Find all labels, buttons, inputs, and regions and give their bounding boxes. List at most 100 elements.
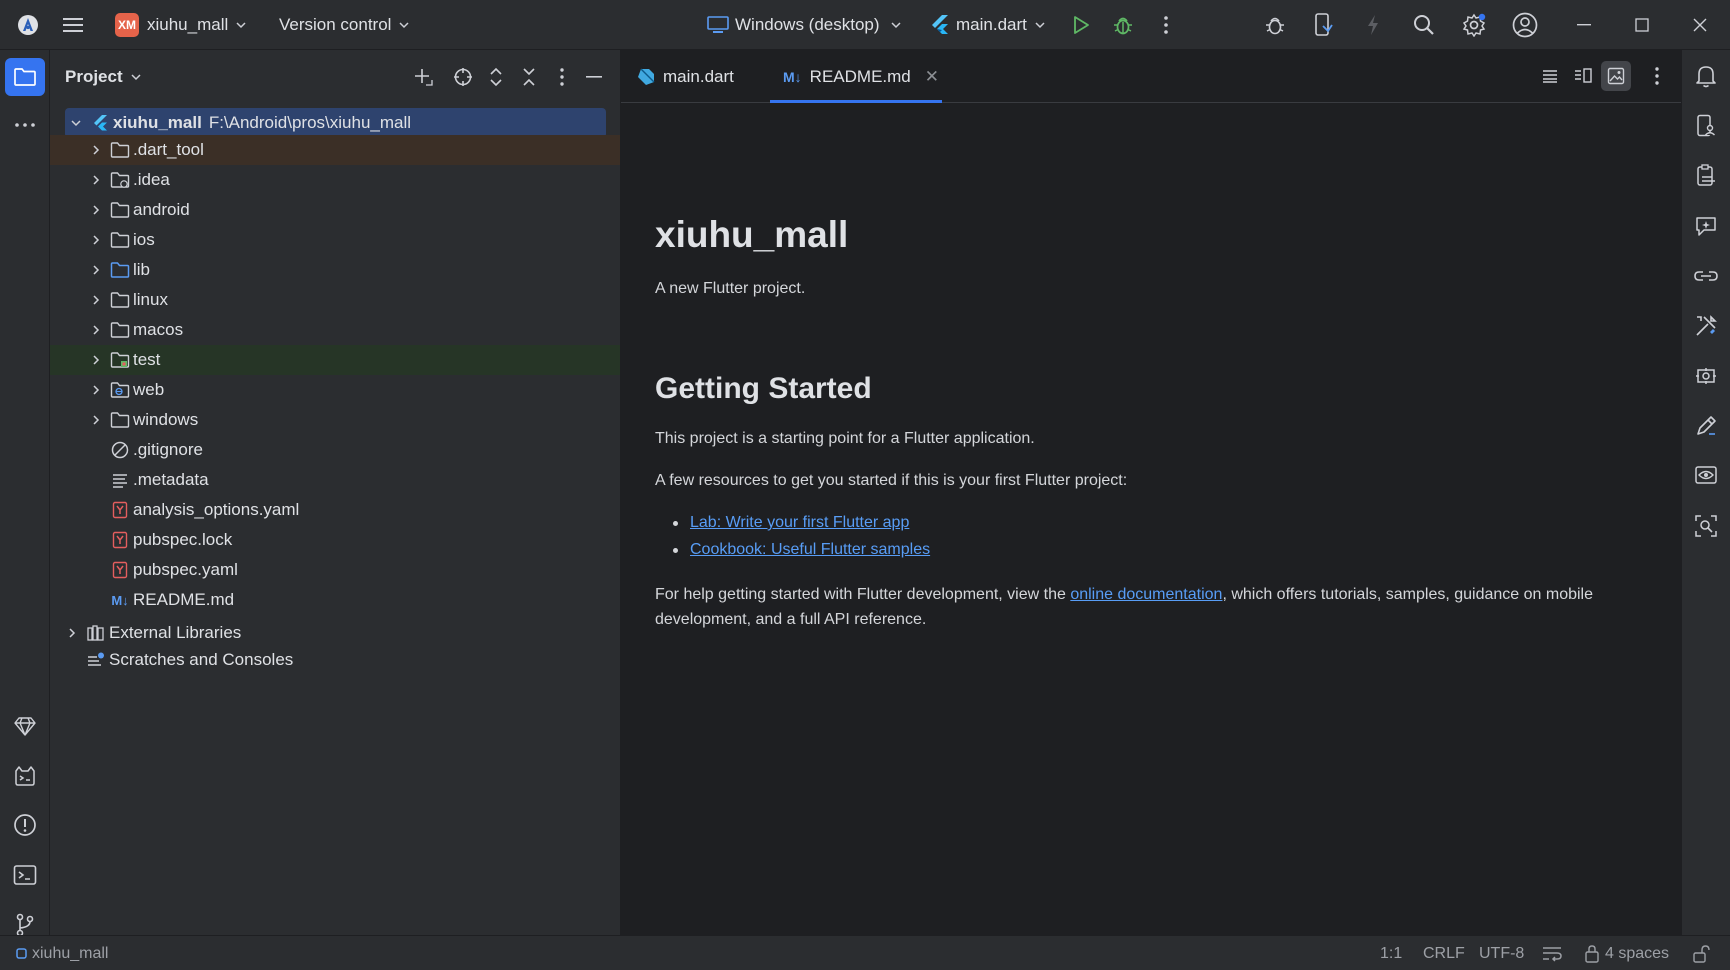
close-window-button[interactable] [1680, 0, 1720, 50]
tree-item-label: linux [133, 290, 168, 309]
tree-item-readme-md[interactable]: M↓ README.md [50, 585, 620, 615]
app-logo[interactable] [8, 0, 48, 50]
device-selector[interactable]: Windows (desktop) [707, 0, 902, 50]
tree-item-linux[interactable]: linux [50, 285, 620, 315]
hide-panel-button[interactable] [578, 61, 610, 93]
maximize-icon [1622, 5, 1662, 45]
maximize-button[interactable] [1622, 0, 1662, 50]
logcat-tool-button[interactable] [5, 757, 45, 795]
flutter-module-icon [90, 113, 110, 133]
tree-item-pubspec-lock[interactable]: pubspec.lock [50, 525, 620, 555]
status-indent[interactable]: 4 spaces [1584, 936, 1669, 970]
version-control-menu[interactable]: Version control [279, 0, 410, 50]
status-soft-wrap[interactable] [1542, 936, 1562, 970]
chevron-right-icon[interactable] [88, 382, 104, 398]
chevron-right-icon[interactable] [88, 142, 104, 158]
device-manager-button[interactable] [1303, 0, 1343, 50]
editor-only-view-button[interactable] [1535, 61, 1565, 91]
problems-tool-button[interactable] [5, 806, 45, 844]
project-tool-button[interactable] [5, 58, 45, 96]
chevron-right-icon[interactable] [64, 625, 80, 641]
expand-all-button[interactable] [480, 61, 512, 93]
chevron-right-icon[interactable] [88, 172, 104, 188]
chevron-down-icon[interactable] [68, 115, 84, 131]
indent-text: 4 spaces [1605, 944, 1670, 962]
more-tool-windows-button[interactable] [5, 106, 45, 144]
scratches-row[interactable]: Scratches and Consoles [50, 645, 620, 675]
split-view-button[interactable] [1568, 61, 1598, 91]
chevron-right-icon[interactable] [88, 322, 104, 338]
panel-options-button[interactable] [546, 61, 578, 93]
notifications-button[interactable] [1686, 57, 1726, 95]
account-button[interactable] [1505, 0, 1545, 50]
more-actions-button[interactable] [1146, 0, 1186, 50]
tree-item-lib[interactable]: lib [50, 255, 620, 285]
new-file-button[interactable] [407, 61, 439, 93]
attach-debugger-button[interactable] [1255, 0, 1295, 50]
chevron-down-icon [891, 22, 901, 29]
select-opened-file-button[interactable] [447, 61, 479, 93]
tree-item-dot-dart-tool[interactable]: .dart_tool [50, 135, 620, 165]
layout-inspector-tool-button[interactable] [1686, 407, 1726, 445]
tree-item-ios[interactable]: ios [50, 225, 620, 255]
collapse-all-button[interactable] [513, 61, 545, 93]
editor-options-button[interactable] [1642, 61, 1672, 91]
tree-item-android[interactable]: android [50, 195, 620, 225]
bullet [673, 520, 678, 526]
external-libraries-row[interactable]: External Libraries [50, 618, 620, 648]
tree-item-macos[interactable]: macos [50, 315, 620, 345]
run-config-selector[interactable]: main.dart [930, 0, 1046, 50]
terminal-tool-button[interactable] [5, 856, 45, 894]
running-devices-tool-button[interactable] [1686, 157, 1726, 195]
project-view-selector[interactable]: Project [65, 67, 142, 87]
lab-link[interactable]: Lab: Write your first Flutter app [690, 514, 909, 532]
preview-tool-button[interactable] [1686, 457, 1726, 495]
online-documentation-link[interactable]: online documentation [1070, 586, 1222, 603]
status-project[interactable]: xiuhu_mall [16, 936, 108, 970]
tree-item-dot-metadata[interactable]: .metadata [50, 465, 620, 495]
tree-item-windows[interactable]: windows [50, 405, 620, 435]
gemini-tool-button[interactable] [5, 707, 45, 745]
tree-item-dot-gitignore[interactable]: .gitignore [50, 435, 620, 465]
device-manager-tool-button[interactable] [1686, 107, 1726, 145]
flutter-inspector-tool-button[interactable] [1686, 307, 1726, 345]
cookbook-link[interactable]: Cookbook: Useful Flutter samples [690, 541, 930, 559]
status-encoding[interactable]: UTF-8 [1479, 936, 1524, 970]
preview-only-view-button[interactable] [1601, 61, 1631, 91]
minimize-button[interactable] [1564, 0, 1604, 50]
tab-main-dart[interactable]: main.dart [637, 50, 759, 103]
main-menu-button[interactable] [53, 0, 93, 50]
hot-reload-button[interactable] [1353, 0, 1393, 50]
tree-root-row[interactable]: xiuhu_mall F:\Android\pros\xiuhu_mall [65, 108, 606, 138]
status-caret-position[interactable]: 1:1 [1380, 936, 1402, 970]
tree-item-test[interactable]: test [50, 345, 620, 375]
chevron-right-icon[interactable] [88, 232, 104, 248]
list-item: Lab: Write your first Flutter app [673, 514, 909, 532]
chevron-down-icon [236, 22, 246, 29]
tree-item-dot-idea[interactable]: .idea [50, 165, 620, 195]
settings-button[interactable] [1454, 0, 1494, 50]
run-button[interactable] [1061, 0, 1101, 50]
screen-capture-tool-button[interactable] [1686, 507, 1726, 545]
app-links-tool-button[interactable] [1686, 257, 1726, 295]
tree-item-analysis-options-yaml[interactable]: analysis_options.yaml [50, 495, 620, 525]
chevron-right-icon[interactable] [88, 352, 104, 368]
app-inspection-tool-button[interactable] [1686, 357, 1726, 395]
close-tab-icon[interactable]: ✕ [925, 67, 939, 87]
left-tool-strip [0, 50, 50, 937]
tree-item-web[interactable]: web [50, 375, 620, 405]
status-line-separator[interactable]: CRLF [1423, 936, 1465, 970]
status-read-only-toggle[interactable] [1692, 936, 1710, 970]
chevron-right-icon[interactable] [88, 412, 104, 428]
search-button[interactable] [1404, 0, 1444, 50]
tab-readme-md[interactable]: M↓ README.md ✕ [770, 50, 942, 103]
text-file-icon [110, 470, 130, 490]
chevron-right-icon[interactable] [88, 202, 104, 218]
tree-item-pubspec-yaml[interactable]: pubspec.yaml [50, 555, 620, 585]
project-switcher[interactable]: XM xiuhu_mall [115, 0, 247, 50]
chevron-right-icon[interactable] [88, 262, 104, 278]
debug-button[interactable] [1103, 0, 1143, 50]
horizontal-dots-icon [15, 123, 35, 127]
gemini-chat-tool-button[interactable] [1686, 207, 1726, 245]
chevron-right-icon[interactable] [88, 292, 104, 308]
